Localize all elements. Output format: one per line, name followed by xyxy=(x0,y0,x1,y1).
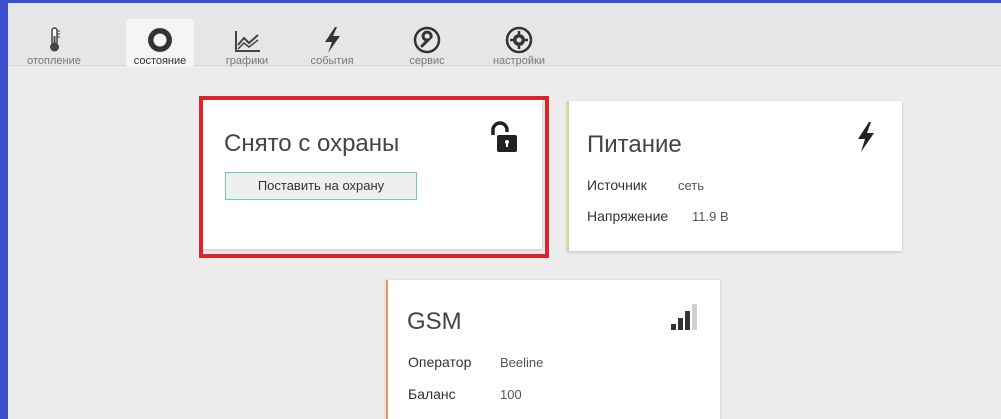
highlight-frame xyxy=(199,96,549,258)
tab-label: состояние xyxy=(133,55,187,67)
voltage-label: Напряжение xyxy=(587,208,669,224)
operator-value: Beeline xyxy=(500,355,544,370)
gsm-card: GSM Оператор Beeline Баланс 100 xyxy=(386,280,720,419)
balance-value: 100 xyxy=(500,387,522,402)
tab-label: настройки xyxy=(492,55,546,67)
balance-label: Баланс xyxy=(408,386,456,402)
chart-icon xyxy=(235,31,260,52)
thermometer-icon xyxy=(50,27,60,52)
tab-service[interactable]: сервис xyxy=(393,21,461,67)
source-value: сеть xyxy=(678,178,705,193)
source-label: Источник xyxy=(587,177,647,193)
signal-bars-icon xyxy=(671,304,697,330)
voltage-value: 11.9 В xyxy=(692,209,729,224)
power-title: Питание xyxy=(587,131,682,158)
tab-events[interactable]: события xyxy=(298,21,366,67)
tab-bar: отопление состояние графики события серв… xyxy=(8,3,1001,67)
lightning-icon xyxy=(858,122,874,152)
tab-label: сервис xyxy=(409,55,445,67)
tab-label: графики xyxy=(225,55,269,67)
gear-icon xyxy=(505,26,533,54)
gsm-title: GSM xyxy=(407,308,462,335)
tab-status[interactable]: состояние xyxy=(126,19,194,67)
tab-settings[interactable]: настройки xyxy=(485,21,553,67)
wrench-icon xyxy=(413,26,441,54)
tab-charts[interactable]: графики xyxy=(213,21,281,67)
circle-status-icon xyxy=(148,28,172,52)
tab-heating[interactable]: отопление xyxy=(20,21,88,67)
lightning-icon xyxy=(325,27,340,53)
tab-label: события xyxy=(310,55,354,67)
power-card: Питание Источник сеть Напряжение 11.9 В xyxy=(567,101,902,251)
operator-label: Оператор xyxy=(408,354,472,370)
tab-label: отопление xyxy=(27,55,81,67)
